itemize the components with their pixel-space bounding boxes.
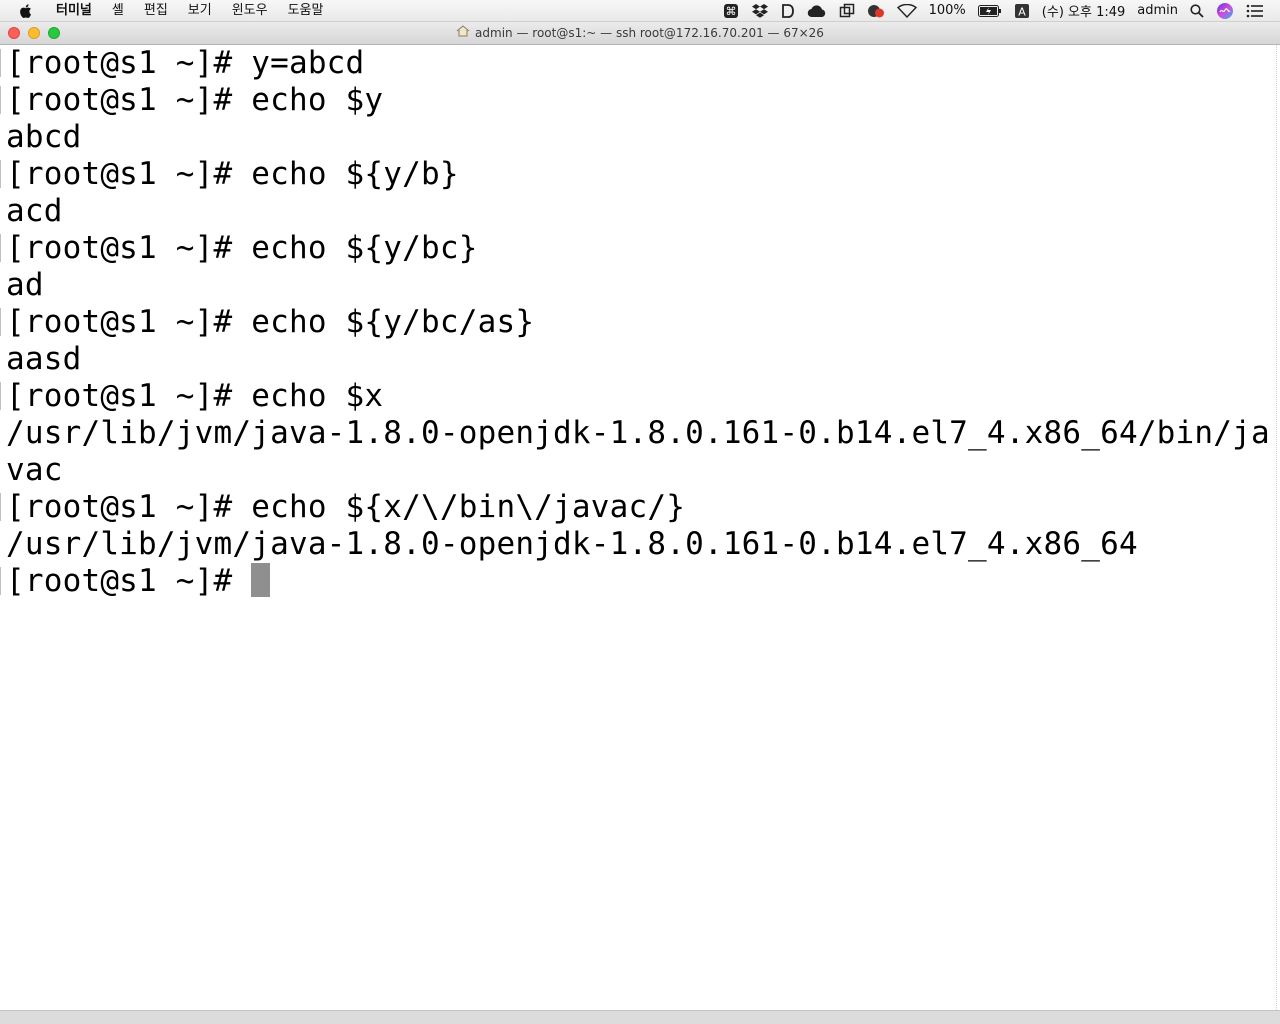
user-name[interactable]: admin [1137, 3, 1178, 18]
menu-app-name[interactable]: 터미널 [46, 0, 102, 22]
wifi-icon[interactable] [896, 3, 917, 18]
terminal-line: [root@s1 ~]# echo ${y/bc/as} [6, 304, 535, 340]
window-titlebar[interactable]: admin — root@s1:~ — ssh root@172.16.70.2… [0, 22, 1280, 45]
terminal-line: /usr/lib/jvm/java-1.8.0-openjdk-1.8.0.16… [6, 526, 1138, 562]
terminal-output: [root@s1 ~]# y=abcd [root@s1 ~]# echo $y… [6, 45, 1270, 600]
window-title-text: admin — root@s1:~ — ssh root@172.16.70.2… [475, 26, 824, 40]
terminal-line: [root@s1 ~]# echo ${y/b} [6, 156, 459, 192]
menu-view[interactable]: 보기 [178, 0, 222, 22]
status-area: ⌘ 100% A (수) 오후 1:49 admin [717, 0, 1280, 22]
svg-text:A: A [1018, 5, 1026, 18]
menu-help[interactable]: 도움말 [278, 0, 334, 22]
terminal-line: vac [6, 452, 63, 488]
menu-edit[interactable]: 편집 [134, 0, 178, 22]
notification-center-icon[interactable] [1246, 4, 1264, 18]
spotlight-search-icon[interactable] [1190, 3, 1204, 18]
terminal-line: acd [6, 193, 63, 229]
terminal-line: [root@s1 ~]# y=abcd [6, 45, 365, 81]
scrollbar-track[interactable] [1276, 45, 1280, 1010]
window-bottom-bar [0, 1010, 1280, 1024]
terminal-line: ad [6, 267, 44, 303]
terminal-line: /usr/lib/jvm/java-1.8.0-openjdk-1.8.0.16… [6, 415, 1270, 451]
home-folder-icon [456, 22, 470, 45]
terminal-line: [root@s1 ~]# echo ${y/bc} [6, 230, 478, 266]
window-switch-icon[interactable] [839, 3, 855, 19]
terminal-prompt-line[interactable]: [root@s1 ~]# [6, 563, 1270, 600]
terminal-view[interactable]: [root@s1 ~]# y=abcd [root@s1 ~]# echo $y… [0, 45, 1280, 1010]
terminal-line: [root@s1 ~]# echo $x [6, 378, 384, 414]
battery-percent[interactable]: 100% [929, 3, 966, 18]
text-cursor [251, 563, 271, 597]
siri-icon[interactable] [1216, 2, 1234, 20]
terminal-line: [root@s1 ~]# echo $y [6, 82, 384, 118]
notification-badge-icon[interactable] [867, 3, 885, 19]
menu-shell[interactable]: 셸 [102, 0, 134, 22]
clock[interactable]: (수) 오후 1:49 [1042, 1, 1125, 20]
terminal-line: abcd [6, 119, 82, 155]
dropbox-icon[interactable] [751, 3, 769, 19]
terminal-line: aasd [6, 341, 82, 377]
terminal-prompt: [root@s1 ~]# [6, 563, 252, 599]
input-source-icon[interactable]: A [1014, 3, 1030, 19]
apple-menu-icon[interactable] [18, 3, 36, 19]
prompt-marks [0, 45, 4, 1010]
window-title: admin — root@s1:~ — ssh root@172.16.70.2… [0, 22, 1280, 45]
menu-bar: 터미널 셸 편집 보기 윈도우 도움말 ⌘ 100% A (수) 오후 1:49… [0, 0, 1280, 22]
cloud-icon[interactable] [807, 4, 827, 18]
d-app-icon[interactable] [781, 3, 795, 19]
menu-window[interactable]: 윈도우 [222, 0, 278, 22]
battery-icon[interactable] [977, 4, 1002, 17]
terminal-line: [root@s1 ~]# echo ${x/\/bin\/javac/} [6, 489, 686, 525]
command-key-icon[interactable]: ⌘ [723, 3, 739, 19]
svg-text:⌘: ⌘ [725, 5, 736, 18]
